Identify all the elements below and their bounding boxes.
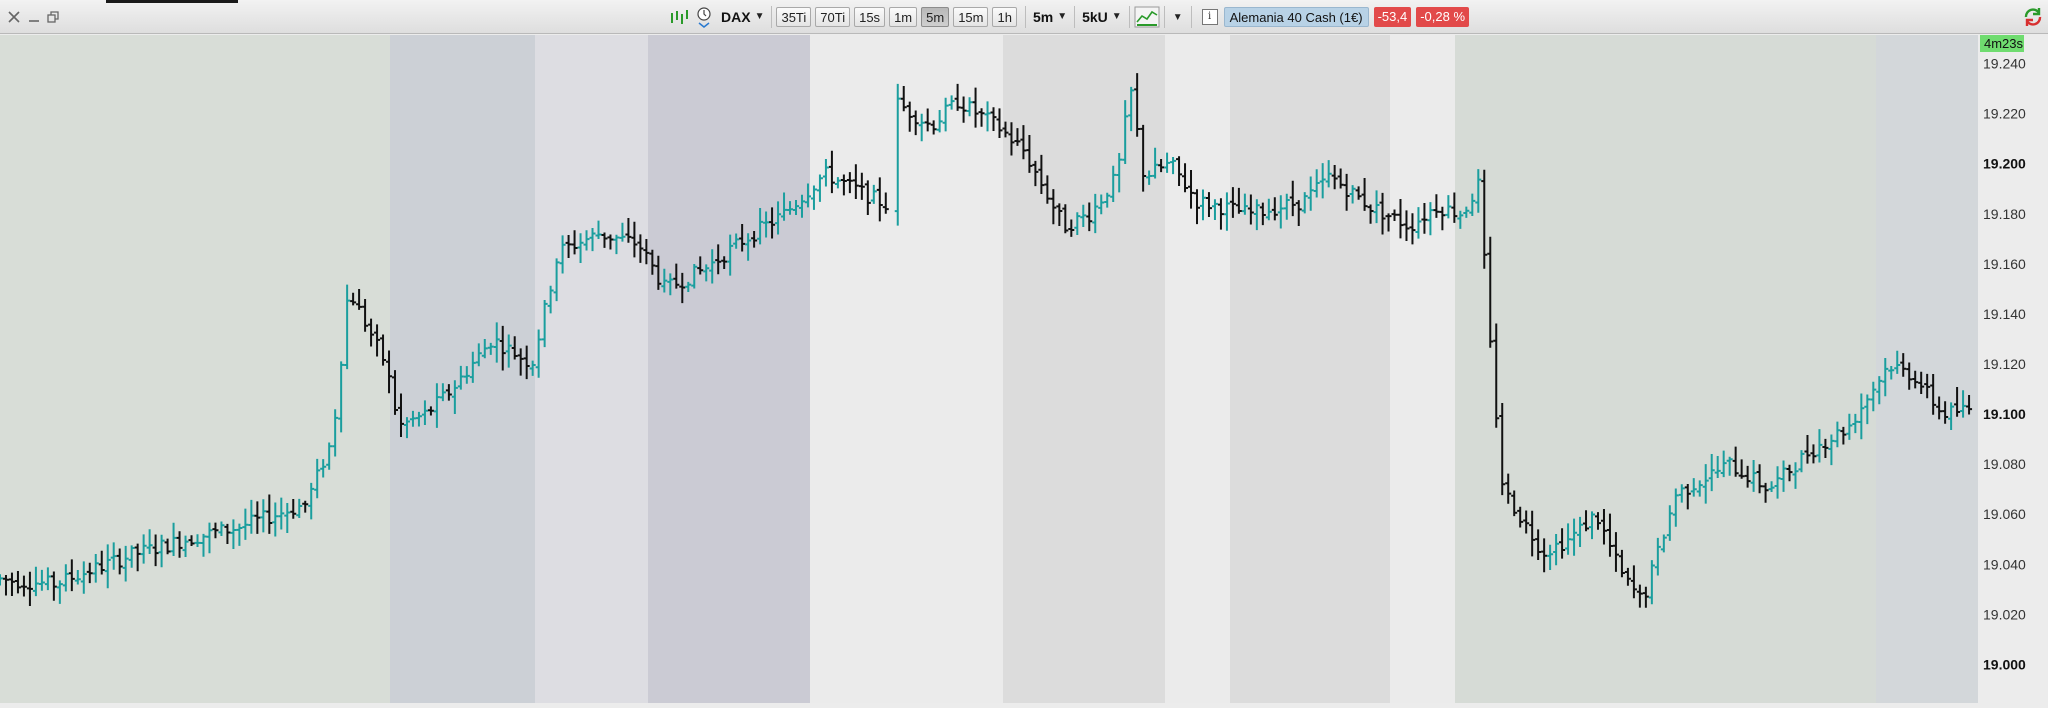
session-band — [1455, 35, 1876, 703]
session-band — [535, 35, 648, 703]
price-axis-label: 19.120 — [1983, 356, 2026, 372]
toolbar-divider — [771, 6, 773, 28]
interval-button-1m[interactable]: 1m — [889, 7, 918, 27]
indicators-chevron-down-icon[interactable]: ▼ — [1173, 12, 1183, 23]
price-axis-label: 19.100 — [1983, 406, 2026, 422]
price-axis-label: 19.080 — [1983, 456, 2026, 472]
chart-toolbar: DAX ▼ 35Ti 70Ti 15s 1m 5m 15m 1h 5m ▼ 5k… — [0, 0, 2048, 34]
price-chart[interactable]: 19.240 19.220 19.200 19.180 19.160 19.14… — [0, 35, 2048, 703]
price-chart-svg: 19.240 19.220 19.200 19.180 19.160 19.14… — [0, 35, 2048, 703]
countdown-timer-text: 4m23s — [1984, 36, 2024, 51]
toolbar-divider — [1074, 6, 1076, 28]
chevron-down-icon: ▼ — [754, 11, 765, 22]
interval-select-label: 5m — [1032, 9, 1054, 25]
price-axis-label: 19.040 — [1983, 556, 2026, 572]
indicators-icon[interactable] — [1134, 6, 1160, 28]
toolbar-divider — [1128, 6, 1130, 28]
price-axis-label: 19.160 — [1983, 256, 2026, 272]
price-axis-label: 19.060 — [1983, 506, 2026, 522]
price-axis-label: 19.140 — [1983, 306, 2026, 322]
interval-button-15m[interactable]: 15m — [953, 7, 989, 27]
refresh-icon[interactable] — [2022, 6, 2044, 28]
price-axis-label: 19.000 — [1983, 656, 2026, 672]
session-band — [0, 35, 390, 703]
chevron-down-icon: ▼ — [1057, 11, 1068, 22]
clock-alert-icon[interactable] — [696, 6, 712, 28]
units-select-label: 5kU — [1082, 9, 1108, 25]
interval-button-35ti[interactable]: 35Ti — [776, 7, 812, 27]
interval-select[interactable]: 5m ▼ — [1030, 7, 1070, 27]
session-band — [390, 35, 535, 703]
minimize-icon[interactable] — [26, 8, 42, 26]
toolbar-divider — [1024, 6, 1026, 28]
toolbar-main-group: DAX ▼ 35Ti 70Ti 15s 1m 5m 15m 1h 5m ▼ 5k… — [668, 6, 1470, 28]
countdown-timer-badge: 4m23s — [1980, 35, 2024, 52]
session-band — [1230, 35, 1390, 703]
instrument-name-label: Alemania 40 Cash (1€) — [1223, 7, 1369, 27]
instrument-select-label: DAX — [721, 9, 751, 25]
price-axis-label: 19.240 — [1983, 56, 2026, 72]
price-axis-label: 19.200 — [1983, 156, 2026, 172]
session-band — [810, 35, 1003, 703]
interval-button-70ti[interactable]: 70Ti — [815, 7, 851, 27]
chevron-down-icon: ▼ — [1111, 11, 1122, 22]
interval-button-15s[interactable]: 15s — [854, 7, 886, 27]
units-select[interactable]: 5kU ▼ — [1079, 7, 1125, 27]
session-band — [1003, 35, 1165, 703]
instrument-select[interactable]: DAX ▼ — [718, 7, 767, 27]
session-band — [1165, 35, 1230, 703]
session-band — [648, 35, 810, 703]
change-percent-badge: -0,28 % — [1416, 7, 1470, 27]
toolbar-divider — [1163, 6, 1165, 28]
close-icon[interactable] — [6, 8, 22, 26]
change-points-badge: -53,4 — [1373, 7, 1412, 27]
window-tab-strip — [106, 0, 238, 3]
chart-type-icon[interactable] — [668, 8, 690, 26]
session-band — [1390, 35, 1455, 703]
interval-button-5m[interactable]: 5m — [921, 7, 950, 27]
info-icon[interactable]: i — [1201, 9, 1218, 25]
toolbar-divider — [1190, 6, 1192, 28]
price-axis-label: 19.020 — [1983, 606, 2026, 622]
price-axis-label: 19.220 — [1983, 106, 2026, 122]
interval-button-1h[interactable]: 1h — [992, 7, 1017, 27]
restore-icon[interactable] — [45, 8, 61, 26]
price-axis-label: 19.180 — [1983, 206, 2026, 222]
